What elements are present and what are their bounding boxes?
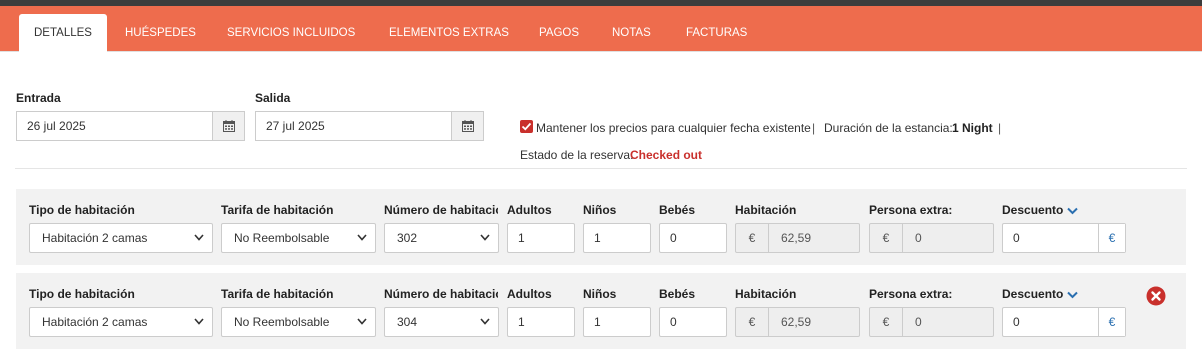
room-price-value: 62,59 bbox=[781, 231, 812, 245]
discount-input[interactable]: 0 € bbox=[1002, 307, 1126, 337]
checkout-label: Salida bbox=[255, 91, 291, 105]
discount-unit-addon[interactable]: € bbox=[1098, 308, 1125, 336]
divider bbox=[15, 168, 1187, 169]
rate-value: No Reembolsable bbox=[234, 315, 330, 329]
checkin-date-value: 26 jul 2025 bbox=[27, 119, 86, 133]
room-type-select[interactable]: Habitación 2 camas bbox=[29, 223, 213, 253]
tab-pagos[interactable]: PAGOS bbox=[539, 14, 579, 52]
currency-addon: € bbox=[736, 308, 769, 336]
duration-value: 1 Night bbox=[952, 121, 993, 135]
children-value: 1 bbox=[594, 315, 601, 329]
babies-input[interactable]: 0 bbox=[659, 307, 727, 337]
currency-addon: € bbox=[870, 224, 903, 252]
room-price-field: € 62,59 bbox=[735, 223, 860, 253]
duration-label: Duración de la estancia: bbox=[824, 121, 953, 135]
tab-notas[interactable]: NOTAS bbox=[612, 14, 651, 52]
room-type-value: Habitación 2 camas bbox=[42, 231, 148, 245]
tab-servicios-incluidos[interactable]: SERVICIOS INCLUIDOS bbox=[227, 14, 355, 52]
room-price-value: 62,59 bbox=[781, 315, 812, 329]
children-value: 1 bbox=[594, 231, 601, 245]
room-number-select[interactable]: 302 bbox=[384, 223, 499, 253]
checkmark-icon bbox=[521, 122, 532, 131]
extra-person-label: Persona extra: bbox=[869, 203, 953, 217]
tab-elementos-extras[interactable]: ELEMENTOS EXTRAS bbox=[389, 14, 509, 52]
reservation-status-label: Estado de la reserva: bbox=[520, 148, 634, 162]
babies-label: Bebés bbox=[659, 203, 696, 217]
room-number-value: 302 bbox=[397, 231, 418, 245]
chevron-down-icon bbox=[194, 234, 204, 241]
room-price-label: Habitación bbox=[735, 287, 797, 301]
adults-value: 1 bbox=[518, 231, 525, 245]
discount-input[interactable]: 0 € bbox=[1002, 223, 1126, 253]
chevron-down-icon bbox=[480, 234, 490, 241]
room-price-label: Habitación bbox=[735, 203, 797, 217]
chevron-down-icon bbox=[480, 318, 490, 325]
checkout-date-field[interactable]: 27 jul 2025 bbox=[255, 111, 484, 141]
tab-detalles[interactable]: DETALLES bbox=[19, 14, 107, 52]
separator: | bbox=[998, 121, 1002, 135]
keep-prices-checkbox[interactable] bbox=[520, 120, 533, 133]
children-label: Niños bbox=[583, 287, 617, 301]
tab-bar: DETALLES HUÉSPEDES SERVICIOS INCLUIDOS E… bbox=[0, 6, 1202, 52]
chevron-down-icon bbox=[357, 318, 367, 325]
room-number-label: Número de habitación bbox=[384, 203, 498, 217]
room-row: Tipo de habitación Tarifa de habitación … bbox=[16, 189, 1186, 265]
discount-value: 0 bbox=[1013, 231, 1020, 245]
separator: | bbox=[812, 121, 816, 135]
checkout-date-value: 27 jul 2025 bbox=[266, 119, 325, 133]
tab-huespedes[interactable]: HUÉSPEDES bbox=[125, 14, 196, 52]
calendar-icon bbox=[462, 120, 474, 132]
chevron-down-icon[interactable] bbox=[1067, 207, 1078, 215]
rate-select[interactable]: No Reembolsable bbox=[221, 223, 376, 253]
checkout-calendar-button[interactable] bbox=[451, 112, 483, 140]
extra-person-label: Persona extra: bbox=[869, 287, 953, 301]
children-label: Niños bbox=[583, 203, 617, 217]
room-type-label: Tipo de habitación bbox=[29, 203, 135, 217]
adults-label: Adultos bbox=[507, 203, 552, 217]
remove-room-icon[interactable] bbox=[1146, 286, 1166, 306]
currency-addon: € bbox=[870, 308, 903, 336]
rate-label: Tarifa de habitación bbox=[221, 287, 334, 301]
checkin-calendar-button[interactable] bbox=[212, 112, 244, 140]
babies-value: 0 bbox=[670, 315, 677, 329]
children-input[interactable]: 1 bbox=[583, 307, 651, 337]
currency-addon: € bbox=[736, 224, 769, 252]
extra-person-field: € 0 bbox=[869, 223, 994, 253]
room-type-label: Tipo de habitación bbox=[29, 287, 135, 301]
rate-label: Tarifa de habitación bbox=[221, 203, 334, 217]
room-number-value: 304 bbox=[397, 315, 418, 329]
checkin-date-field[interactable]: 26 jul 2025 bbox=[16, 111, 245, 141]
extra-person-field: € 0 bbox=[869, 307, 994, 337]
discount-label[interactable]: Descuento bbox=[1002, 203, 1063, 217]
room-row: Tipo de habitación Tarifa de habitación … bbox=[16, 273, 1186, 349]
discount-unit-addon[interactable]: € bbox=[1098, 224, 1125, 252]
adults-input[interactable]: 1 bbox=[507, 307, 575, 337]
babies-label: Bebés bbox=[659, 287, 696, 301]
chevron-down-icon[interactable] bbox=[1067, 291, 1078, 299]
extra-person-value: 0 bbox=[915, 315, 922, 329]
discount-value: 0 bbox=[1013, 315, 1020, 329]
adults-label: Adultos bbox=[507, 287, 552, 301]
room-number-select[interactable]: 304 bbox=[384, 307, 499, 337]
calendar-icon bbox=[223, 120, 235, 132]
adults-input[interactable]: 1 bbox=[507, 223, 575, 253]
keep-prices-label[interactable]: Mantener los precios para cualquier fech… bbox=[536, 121, 811, 135]
discount-label[interactable]: Descuento bbox=[1002, 287, 1063, 301]
room-number-label: Número de habitación bbox=[384, 287, 498, 301]
reservation-status-value: Checked out bbox=[630, 148, 703, 162]
rate-value: No Reembolsable bbox=[234, 231, 330, 245]
checkin-label: Entrada bbox=[16, 91, 61, 105]
room-type-select[interactable]: Habitación 2 camas bbox=[29, 307, 213, 337]
room-type-value: Habitación 2 camas bbox=[42, 315, 148, 329]
extra-person-value: 0 bbox=[915, 231, 922, 245]
chevron-down-icon bbox=[357, 234, 367, 241]
tab-facturas[interactable]: FACTURAS bbox=[686, 14, 747, 52]
babies-value: 0 bbox=[670, 231, 677, 245]
babies-input[interactable]: 0 bbox=[659, 223, 727, 253]
room-price-field: € 62,59 bbox=[735, 307, 860, 337]
chevron-down-icon bbox=[194, 318, 204, 325]
rate-select[interactable]: No Reembolsable bbox=[221, 307, 376, 337]
adults-value: 1 bbox=[518, 315, 525, 329]
children-input[interactable]: 1 bbox=[583, 223, 651, 253]
